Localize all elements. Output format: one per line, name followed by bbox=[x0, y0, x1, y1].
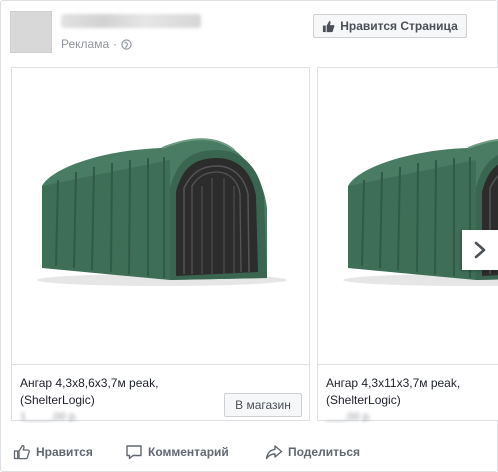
page-avatar[interactable] bbox=[10, 11, 52, 53]
sponsored-label[interactable]: Реклама bbox=[61, 37, 109, 51]
comment-action-button[interactable]: Комментарий bbox=[125, 444, 229, 460]
product-title-line1: Ангар 4,3x8,6x3,7м peak, bbox=[20, 376, 159, 390]
carousel-next-button[interactable] bbox=[462, 230, 498, 270]
product-image[interactable] bbox=[318, 68, 498, 365]
page-name-blurred[interactable] bbox=[61, 14, 201, 28]
like-action-button[interactable]: Нравится bbox=[13, 444, 93, 460]
globe-icon bbox=[121, 38, 132, 50]
comment-bubble-icon bbox=[126, 445, 142, 460]
share-arrow-icon bbox=[265, 445, 283, 460]
product-title-line1: Ангар 4,3x11x3,7м peak, bbox=[326, 376, 461, 390]
like-page-label: Нравится Страница bbox=[340, 19, 458, 33]
thumbs-up-outline-icon bbox=[13, 444, 30, 460]
comment-action-label: Комментарий bbox=[148, 445, 229, 459]
chevron-right-icon bbox=[474, 241, 486, 259]
product-title[interactable]: Ангар 4,3x8,6x3,7м peak, (ShelterLogic) bbox=[20, 375, 220, 409]
tent-image bbox=[343, 138, 498, 286]
product-image[interactable] bbox=[12, 68, 309, 365]
sponsored-line: Реклама · bbox=[61, 37, 132, 51]
product-price: 1____,00 р. bbox=[20, 411, 79, 423]
product-carousel: Ангар 4,3x8,6x3,7м peak, (ShelterLogic) … bbox=[11, 67, 498, 423]
product-title-line2: (ShelterLogic) bbox=[326, 393, 401, 407]
dot-separator: · bbox=[113, 37, 118, 51]
thumbs-up-icon bbox=[323, 20, 335, 32]
product-title-line2: (ShelterLogic) bbox=[20, 393, 95, 407]
like-page-button[interactable]: Нравится Страница bbox=[313, 14, 467, 38]
post-header: Реклама · Нравится Страница bbox=[1, 1, 497, 65]
tent-image bbox=[37, 138, 287, 286]
shop-button[interactable]: В магазин bbox=[224, 393, 302, 417]
product-price: ___,00 р. bbox=[326, 411, 372, 423]
like-action-label: Нравится bbox=[36, 445, 93, 459]
share-action-label: Поделиться bbox=[288, 445, 361, 459]
ad-post: Реклама · Нравится Страница Ангар 4,3x8,… bbox=[0, 0, 498, 472]
post-actions-bar: Нравится Комментарий Поделиться bbox=[1, 437, 497, 467]
share-action-button[interactable]: Поделиться bbox=[265, 444, 360, 460]
carousel-card[interactable]: Ангар 4,3x8,6x3,7м peak, (ShelterLogic) … bbox=[11, 67, 310, 423]
product-title[interactable]: Ангар 4,3x11x3,7м peak, (ShelterLogic) bbox=[326, 375, 498, 409]
